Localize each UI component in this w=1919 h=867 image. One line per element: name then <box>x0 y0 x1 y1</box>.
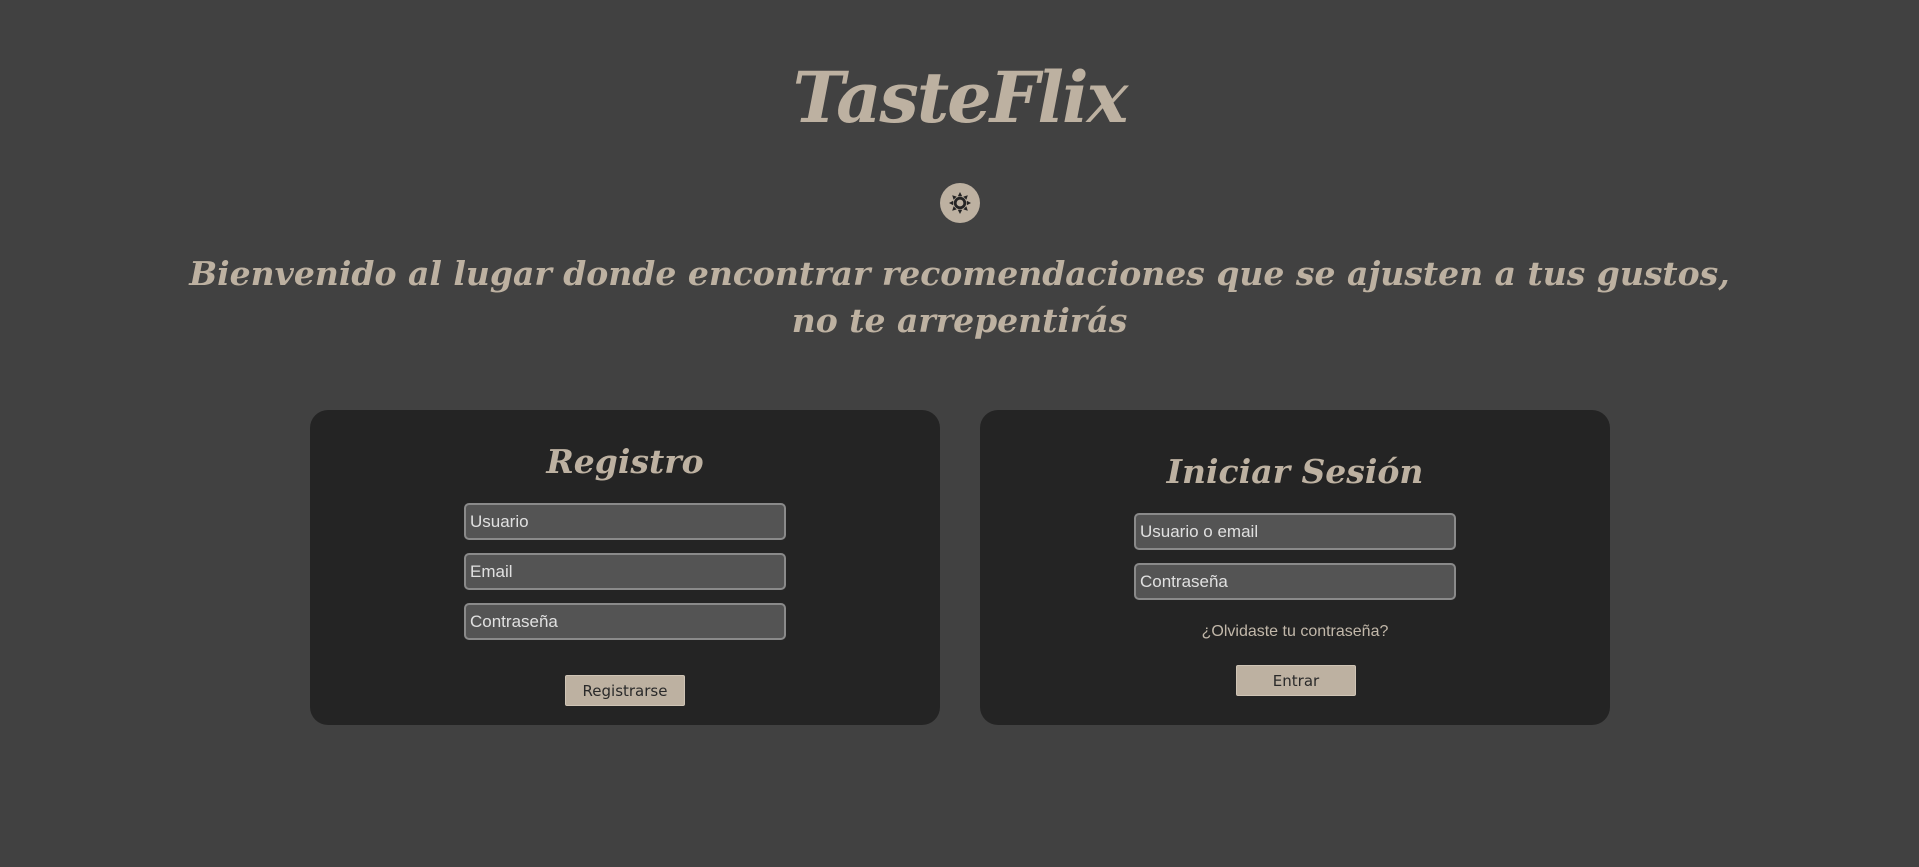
register-card: Registro Registrarse <box>310 410 940 725</box>
login-user-or-email-input[interactable] <box>1134 513 1456 550</box>
welcome-message: Bienvenido al lugar donde encontrar reco… <box>0 250 1919 344</box>
login-title: Iniciar Sesión <box>1166 452 1424 491</box>
register-button[interactable]: Registrarse <box>565 675 685 706</box>
login-password-input[interactable] <box>1134 563 1456 600</box>
register-password-input[interactable] <box>464 603 786 640</box>
register-username-input[interactable] <box>464 503 786 540</box>
welcome-line-2: no te arrepentirás <box>791 301 1128 340</box>
register-title: Registro <box>546 442 704 481</box>
welcome-line-1: Bienvenido al lugar donde encontrar reco… <box>189 254 1730 293</box>
theme-toggle-button[interactable] <box>940 183 980 223</box>
sun-icon <box>949 192 971 214</box>
forgot-password-link[interactable]: ¿Olvidaste tu contraseña? <box>980 623 1610 641</box>
app-title: TasteFlix <box>792 56 1129 139</box>
login-button[interactable]: Entrar <box>1236 665 1356 696</box>
login-card: Iniciar Sesión ¿Olvidaste tu contraseña?… <box>980 410 1610 725</box>
register-email-input[interactable] <box>464 553 786 590</box>
